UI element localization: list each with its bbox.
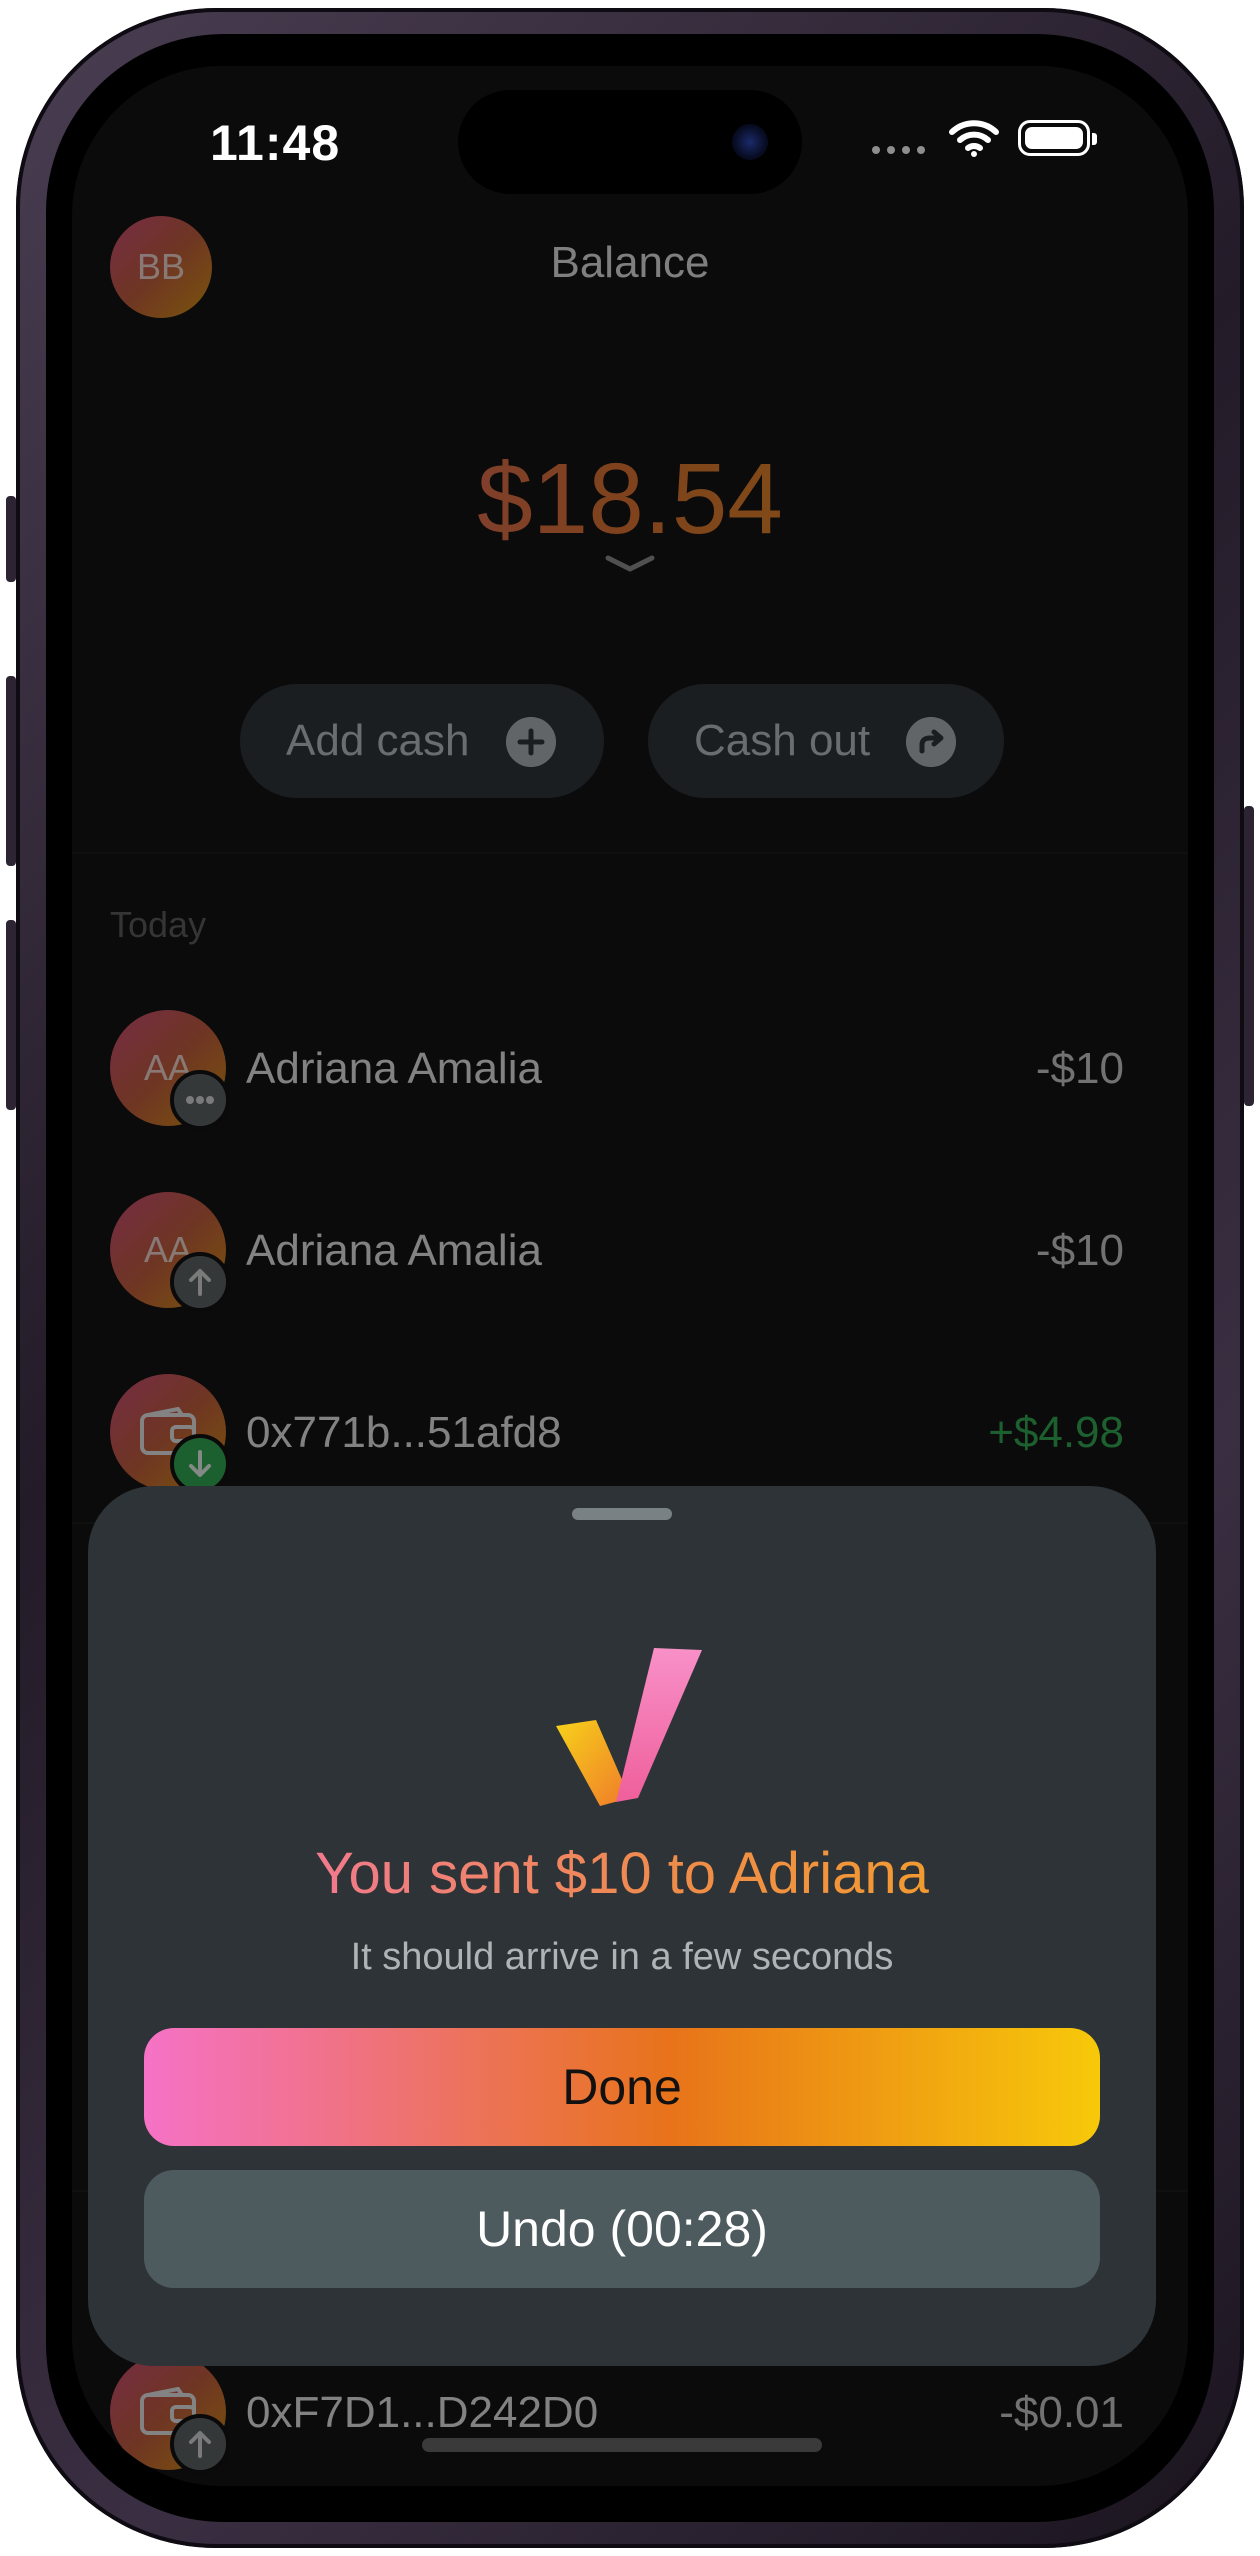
section-label-today: Today xyxy=(110,904,207,945)
action-button xyxy=(6,496,16,582)
transaction-name: 0xF7D1...D242D0 xyxy=(246,2388,599,2437)
arrow-down-icon xyxy=(170,1434,230,1494)
volume-up-button xyxy=(6,676,16,866)
arrow-up-icon xyxy=(170,1252,230,1312)
power-button xyxy=(1244,806,1254,1106)
sheet-drag-handle[interactable] xyxy=(572,1508,672,1520)
transaction-amount: -$10 xyxy=(1035,1226,1124,1275)
chevron-down-icon[interactable] xyxy=(602,554,658,574)
arrow-up-icon xyxy=(170,2414,230,2474)
transaction-name: 0x771b...51afd8 xyxy=(246,1408,562,1457)
cash-out-label: Cash out xyxy=(694,716,871,765)
payment-sent-sheet: You sent $10 to Adriana It should arrive… xyxy=(88,1486,1156,2366)
share-arrow-icon xyxy=(906,717,956,767)
volume-down-button xyxy=(6,920,16,1110)
balance-amount[interactable]: $18.54 xyxy=(72,442,1188,557)
plus-icon xyxy=(506,717,556,767)
divider xyxy=(72,852,1188,854)
home-indicator[interactable] xyxy=(422,2438,822,2452)
sent-title: You sent $10 to Adriana xyxy=(88,1840,1156,1907)
app-screen: 11:48 BB Balance $18.54 Add cash Cash ou… xyxy=(72,66,1188,2486)
add-cash-button[interactable]: Add cash xyxy=(240,684,604,798)
more-icon xyxy=(170,1070,230,1130)
transaction-amount: +$4.98 xyxy=(988,1408,1124,1457)
done-button[interactable]: Done xyxy=(144,2028,1100,2146)
transaction-name: Adriana Amalia xyxy=(246,1226,542,1275)
add-cash-label: Add cash xyxy=(286,716,470,765)
transaction-amount: -$10 xyxy=(1035,1044,1124,1093)
transaction-name: Adriana Amalia xyxy=(246,1044,542,1093)
transaction-amount: -$0.01 xyxy=(999,2388,1124,2437)
undo-button[interactable]: Undo (00:28) xyxy=(144,2170,1100,2288)
sent-subtitle: It should arrive in a few seconds xyxy=(350,1936,894,1978)
cash-out-button[interactable]: Cash out xyxy=(648,684,1004,798)
checkmark-icon xyxy=(556,1648,702,1806)
